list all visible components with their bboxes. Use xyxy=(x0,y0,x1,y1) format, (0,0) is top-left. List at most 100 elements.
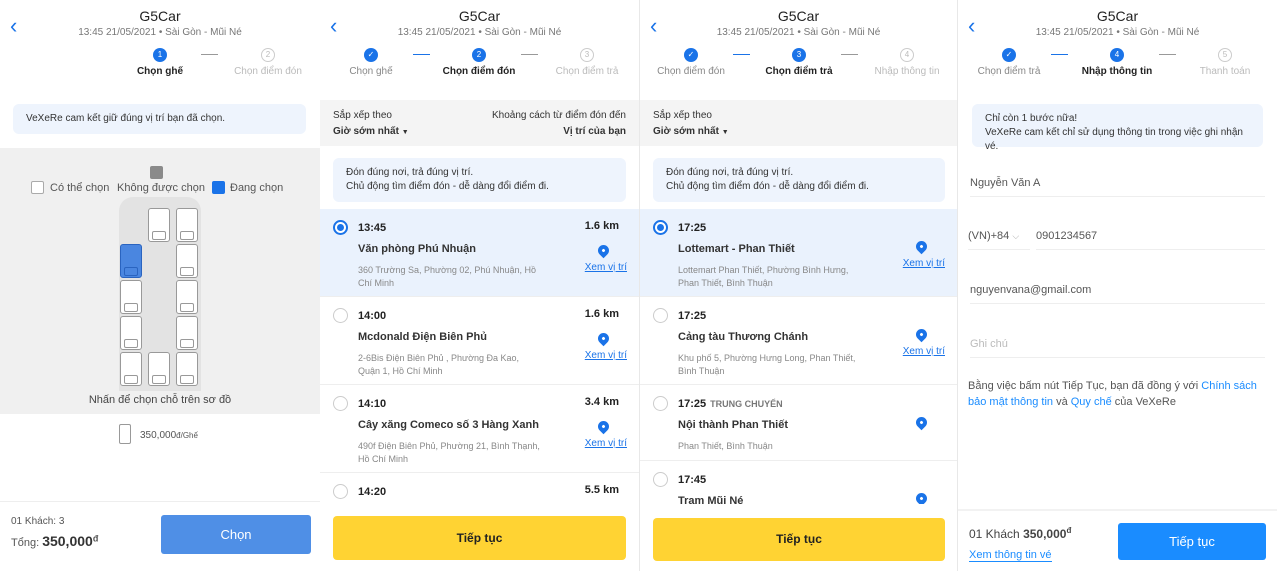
notice-line: Đón đúng nơi, trả đúng vị trí. xyxy=(346,167,474,178)
list-item[interactable]: 13:45 Văn phòng Phú Nhuận 360 Trường Sa,… xyxy=(320,209,639,297)
step-label: Chọn điểm trả xyxy=(977,66,1041,77)
list-item[interactable]: 14:10 Cây xăng Comeco số 3 Hàng Xanh 490… xyxy=(320,385,639,473)
footer-divider xyxy=(958,509,1277,511)
check-icon: ✓ xyxy=(364,48,378,62)
continue-button[interactable]: Tiếp tục xyxy=(1118,523,1266,560)
pickup-screen: ‹ G5Car 13:45 21/05/2021 • Sài Gòn - Mũi… xyxy=(320,0,639,571)
continue-button[interactable]: Tiếp tục xyxy=(333,516,626,560)
page-title: G5Car xyxy=(139,8,181,24)
email-field[interactable]: nguyenvana@gmail.com xyxy=(970,278,1265,304)
step-label: Chọn điểm đón xyxy=(442,66,516,77)
seat-available[interactable] xyxy=(176,352,198,386)
step-1: ✓ Chọn điểm đón xyxy=(640,48,746,77)
name-field[interactable]: Nguyễn Văn A xyxy=(970,171,1265,197)
radio-button[interactable] xyxy=(333,396,348,411)
time-value: 14:10 xyxy=(358,398,387,410)
list-item[interactable]: 17:25 Cảng tàu Thương Chánh Khu phố 5, P… xyxy=(640,297,957,385)
step-label: Chọn điểm trả xyxy=(555,66,619,77)
radio-button[interactable] xyxy=(333,220,348,235)
step-1: ✓ Chọn điểm trả xyxy=(958,48,1064,77)
view-location-link[interactable]: Xem vị trí xyxy=(903,258,945,269)
step-3: 3 Chọn điểm trả xyxy=(532,48,639,77)
step-number: 2 xyxy=(261,48,275,62)
list-item[interactable]: 17:25 Lottemart - Phan Thiết Lottemart P… xyxy=(640,209,957,297)
seat-available[interactable] xyxy=(176,316,198,350)
seat-selection-screen: ‹ G5Car 13:45 21/05/2021 • Sài Gòn - Mũi… xyxy=(0,0,320,571)
location-pin-icon xyxy=(595,330,612,347)
rules-link[interactable]: Quy chế xyxy=(1071,396,1112,408)
radio-button[interactable] xyxy=(653,308,668,323)
step-number: 5 xyxy=(1218,48,1232,62)
list-item[interactable]: 14:00 Mcdonald Điện Biên Phủ 2-6Bis Điện… xyxy=(320,297,639,385)
time-value: 17:25 xyxy=(678,310,707,322)
view-location-link[interactable]: Xem vị trí xyxy=(585,350,627,361)
seat-available[interactable] xyxy=(148,208,170,242)
page-title: G5Car xyxy=(458,8,501,24)
item-distance: 1.6 km xyxy=(584,220,619,232)
trip-subtitle: 13:45 21/05/2021 • Sài Gòn - Mũi Né xyxy=(716,27,881,38)
view-location-link[interactable]: Xem vị trí xyxy=(903,346,945,357)
step-label: Nhập thông tin xyxy=(1081,66,1153,77)
time-value: 17:25 xyxy=(678,222,707,234)
step-3: 5 Thanh toán xyxy=(1170,48,1277,77)
view-location-link[interactable]: Xem vị trí xyxy=(585,262,627,273)
seat-available[interactable] xyxy=(176,280,198,314)
item-name: Cảng tàu Thương Chánh xyxy=(678,331,809,343)
seat-available[interactable] xyxy=(120,352,142,386)
time-value: 17:45 xyxy=(678,474,707,486)
radio-button[interactable] xyxy=(653,472,668,487)
legend-selected: Đang chọn xyxy=(230,182,284,194)
radio-button[interactable] xyxy=(333,308,348,323)
location-pin-icon xyxy=(913,238,930,255)
choose-button[interactable]: Chọn xyxy=(161,515,311,554)
distance-sort[interactable]: Khoảng cách từ điểm đón đến Vị trí của bạ… xyxy=(492,110,626,137)
location-pin-icon xyxy=(913,414,930,431)
step-2: 2 Chọn điểm đón xyxy=(424,48,534,77)
step-number: 2 xyxy=(472,48,486,62)
seat-available[interactable] xyxy=(120,280,142,314)
notice-box: Đón đúng nơi, trả đúng vị trí. Chủ động t… xyxy=(333,158,626,202)
location-pin-icon xyxy=(913,326,930,343)
notice-line: Chủ động tìm điểm đón - dễ dàng đổi điểm… xyxy=(346,181,549,192)
item-name: Lottemart - Phan Thiết xyxy=(678,243,795,255)
seat-available[interactable] xyxy=(120,316,142,350)
caret-down-icon: ▼ xyxy=(401,129,409,136)
seat-selected[interactable] xyxy=(120,244,142,278)
item-time: 14:00 xyxy=(358,310,386,322)
seat-available[interactable] xyxy=(176,208,198,242)
item-time: 14:10 xyxy=(358,398,386,410)
phone-field[interactable]: 0901234567 xyxy=(1036,224,1265,250)
radio-button[interactable] xyxy=(333,484,348,499)
note-field[interactable]: Ghi chú xyxy=(970,332,1265,358)
seat-available[interactable] xyxy=(148,352,170,386)
page-title: G5Car xyxy=(777,8,820,24)
notice-line: Đón đúng nơi, trả đúng vị trí. xyxy=(666,167,794,178)
step-number: 1 xyxy=(153,48,167,62)
total-value: 350,000 xyxy=(42,533,93,549)
step-number: 3 xyxy=(792,48,806,62)
step-number: 4 xyxy=(900,48,914,62)
check-icon: ✓ xyxy=(1002,48,1016,62)
seat-available[interactable] xyxy=(176,244,198,278)
price-unit: đ/Ghế xyxy=(176,431,198,440)
total-price: Tổng: 350,000đ xyxy=(11,533,98,549)
country-code-select[interactable]: (VN)+84 ⌵ xyxy=(968,224,1030,250)
time-value: 14:00 xyxy=(358,310,387,322)
sort-dropdown[interactable]: Giờ sớm nhất ▼ xyxy=(653,126,944,137)
item-address: Phan Thiết, Bình Thuận xyxy=(678,441,773,451)
view-location-link[interactable]: Xem vị trí xyxy=(585,438,627,449)
trip-subtitle: 13:45 21/05/2021 • Sài Gòn - Mũi Né xyxy=(1035,27,1200,38)
total-value: 350,000 xyxy=(1023,527,1067,541)
currency: đ xyxy=(1066,526,1072,535)
radio-button[interactable] xyxy=(653,220,668,235)
continue-button[interactable]: Tiếp tục xyxy=(653,518,945,561)
sort-value: Giờ sớm nhất xyxy=(333,126,399,137)
step-3: 4 Nhập thông tin xyxy=(852,48,957,77)
radio-button[interactable] xyxy=(653,396,668,411)
step-label: Thanh toán xyxy=(1199,66,1251,77)
sort-value: Giờ sớm nhất xyxy=(653,126,719,137)
list-item[interactable]: 17:25 TRUNG CHUYỂN Nội thành Phan Thiết P… xyxy=(640,385,957,461)
time-value: 14:20 xyxy=(358,486,387,498)
view-ticket-info-link[interactable]: Xem thông tin vé xyxy=(969,549,1052,562)
sort-bar: Sắp xếp theo Giờ sớm nhất ▼ xyxy=(640,100,957,146)
